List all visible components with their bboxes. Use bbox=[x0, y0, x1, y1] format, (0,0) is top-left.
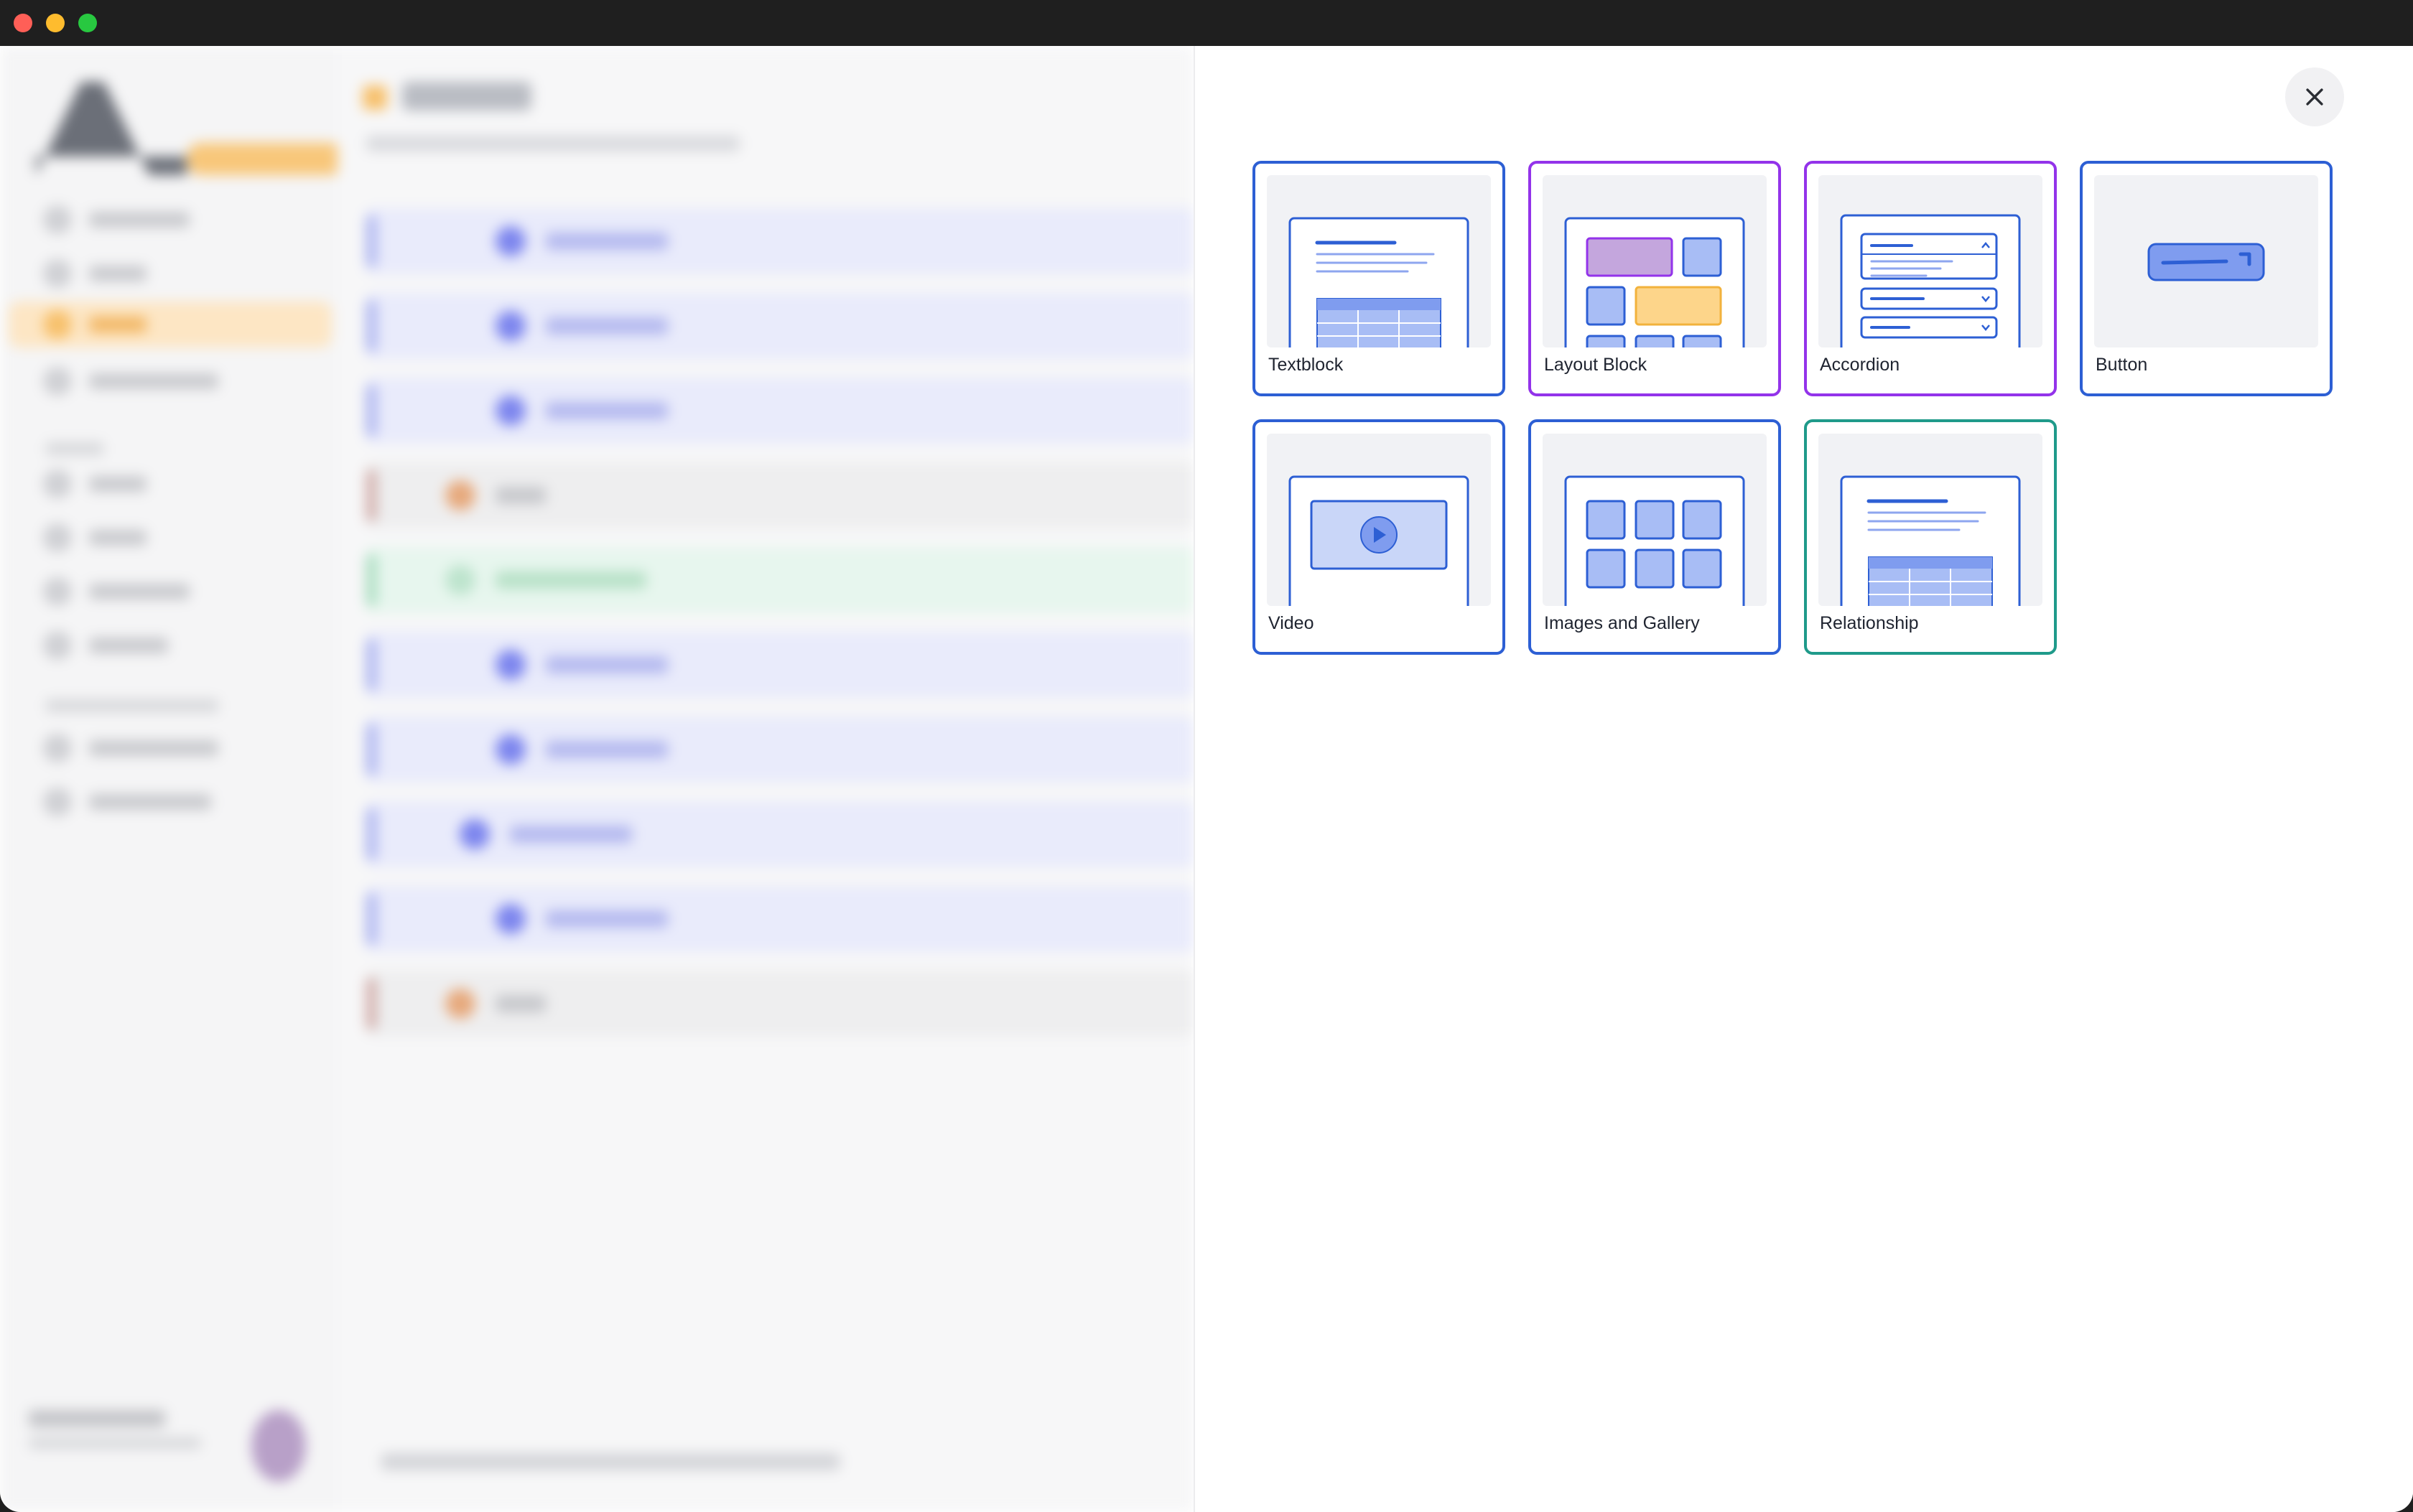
list-item bbox=[366, 462, 1194, 528]
list-item bbox=[366, 547, 1194, 613]
window-titlebar bbox=[0, 0, 2413, 46]
user-profile bbox=[29, 1410, 201, 1449]
block-label: Layout Block bbox=[1544, 355, 1647, 375]
list-item bbox=[366, 293, 1194, 359]
footer-text bbox=[381, 1453, 840, 1470]
list-item bbox=[366, 378, 1194, 444]
relationship-preview-icon bbox=[1818, 434, 2042, 606]
list-item bbox=[366, 971, 1194, 1037]
page-subtitle bbox=[366, 136, 740, 151]
block-label: Accordion bbox=[1820, 355, 1900, 375]
block-label: Video bbox=[1268, 613, 1314, 633]
layout-block-preview-icon bbox=[1543, 175, 1767, 347]
sidebar-item bbox=[43, 734, 218, 762]
video-preview-icon bbox=[1267, 434, 1491, 606]
block-card-video[interactable]: Video bbox=[1252, 419, 1505, 655]
sidebar-item-active bbox=[9, 302, 332, 347]
sidebar-item bbox=[43, 205, 190, 234]
block-label: Relationship bbox=[1820, 613, 1919, 633]
window-close-button[interactable] bbox=[14, 14, 32, 32]
block-card-layout-block[interactable]: Layout Block bbox=[1528, 161, 1781, 396]
background-app-blurred bbox=[0, 46, 1194, 1512]
block-label: Images and Gallery bbox=[1544, 613, 1700, 633]
list-item bbox=[366, 717, 1194, 783]
block-card-button[interactable]: Button bbox=[2080, 161, 2333, 396]
sidebar-item bbox=[43, 631, 168, 660]
block-label: Textblock bbox=[1268, 355, 1344, 375]
sidebar-item bbox=[43, 788, 211, 816]
sidebar-item bbox=[43, 470, 147, 498]
list-item bbox=[366, 801, 1194, 867]
sidebar-section-heading bbox=[46, 442, 103, 455]
sidebar-item bbox=[43, 259, 147, 288]
list-item bbox=[366, 208, 1194, 274]
block-picker-panel: Textblock Layout Block Accordion Button … bbox=[1194, 46, 2413, 1512]
page-title-icon bbox=[363, 85, 387, 110]
sidebar-item bbox=[43, 367, 218, 396]
sidebar-item bbox=[43, 523, 147, 552]
avatar bbox=[251, 1410, 306, 1482]
list-item bbox=[366, 886, 1194, 952]
sidebar bbox=[0, 46, 345, 1512]
textblock-preview-icon bbox=[1267, 175, 1491, 347]
accordion-preview-icon bbox=[1818, 175, 2042, 347]
window-zoom-button[interactable] bbox=[78, 14, 97, 32]
block-card-images-and-gallery[interactable]: Images and Gallery bbox=[1528, 419, 1781, 655]
window-minimize-button[interactable] bbox=[46, 14, 65, 32]
block-card-accordion[interactable]: Accordion bbox=[1804, 161, 2057, 396]
block-card-relationship[interactable]: Relationship bbox=[1804, 419, 2057, 655]
page-title bbox=[402, 82, 531, 111]
button-preview-icon bbox=[2094, 175, 2318, 347]
app-window: Textblock Layout Block Accordion Button … bbox=[0, 46, 2413, 1512]
app-logo bbox=[36, 75, 345, 182]
close-icon bbox=[2306, 88, 2323, 106]
block-card-textblock[interactable]: Textblock bbox=[1252, 161, 1505, 396]
gallery-preview-icon bbox=[1543, 434, 1767, 606]
block-label: Button bbox=[2096, 355, 2148, 375]
close-button[interactable] bbox=[2285, 67, 2344, 126]
sidebar-section-heading bbox=[46, 699, 218, 712]
sidebar-item bbox=[43, 577, 190, 606]
content-list bbox=[338, 46, 1194, 1512]
list-item bbox=[366, 632, 1194, 698]
